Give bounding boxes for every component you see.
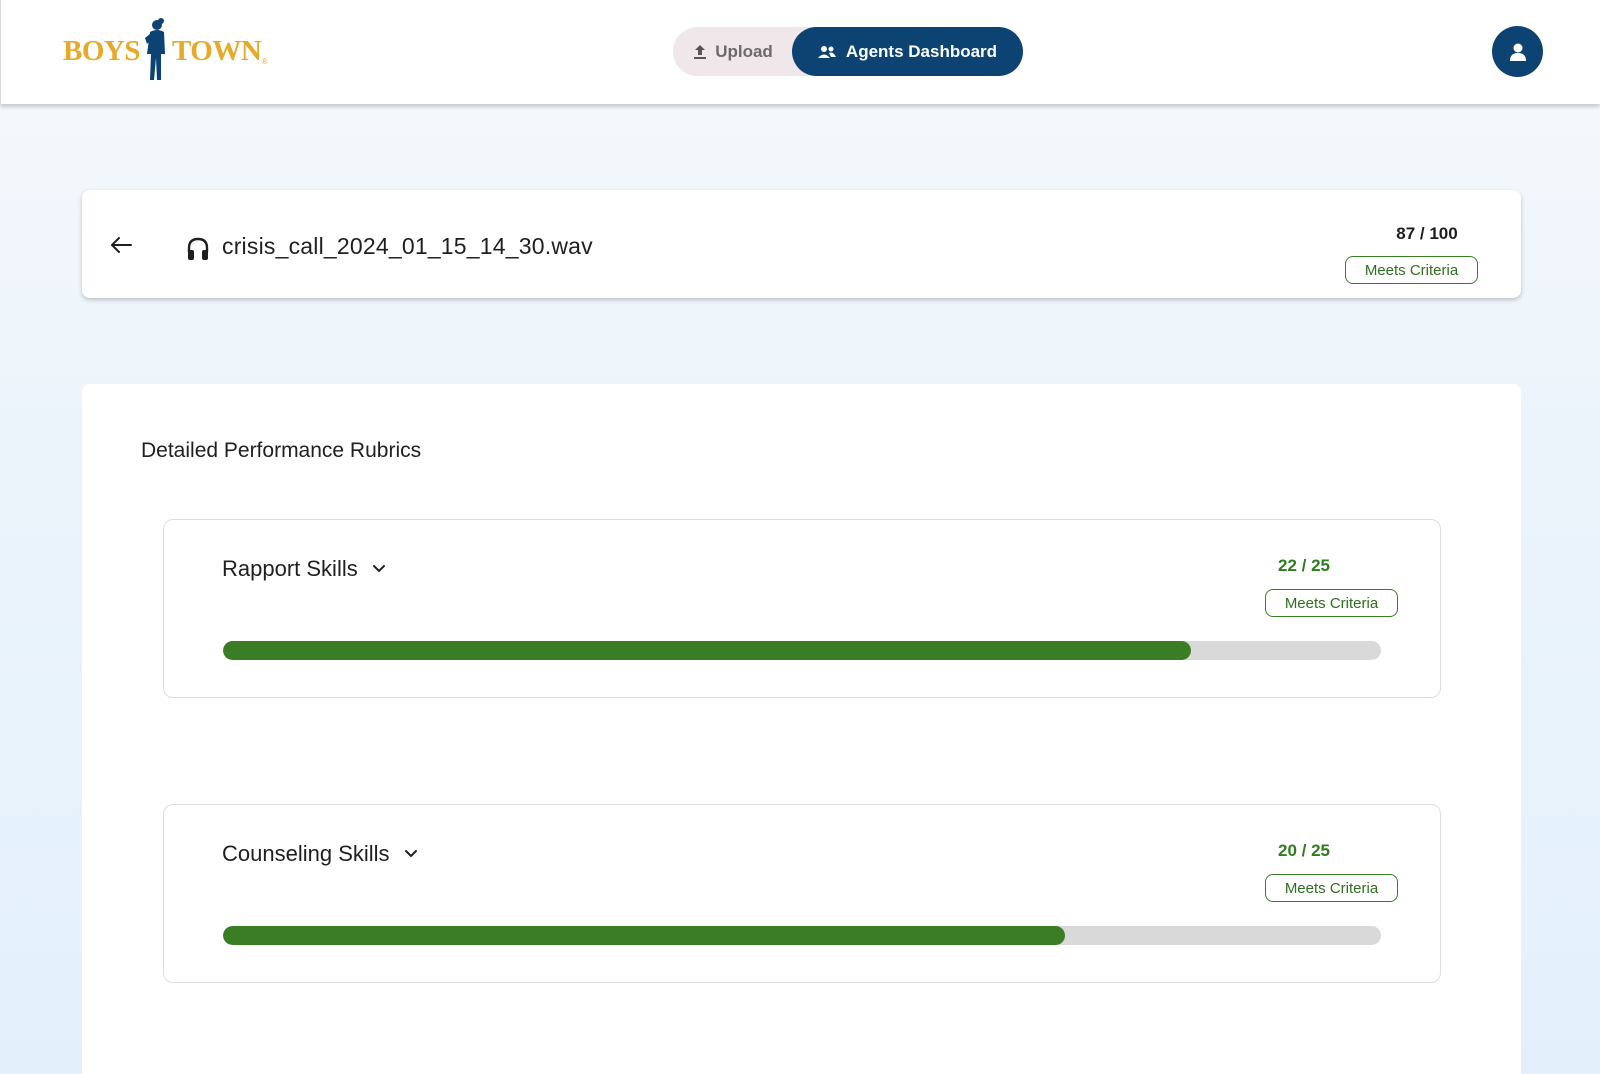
logo-text-left: BOYS xyxy=(63,34,140,67)
call-file-name: crisis_call_2024_01_15_14_30.wav xyxy=(222,233,593,259)
total-status-badge: Meets Criteria xyxy=(1345,256,1478,284)
rubrics-section-title: Detailed Performance Rubrics xyxy=(141,439,422,462)
agents-dashboard-tab[interactable]: Agents Dashboard xyxy=(792,27,1023,76)
people-icon xyxy=(817,45,836,58)
rubric-progress-track xyxy=(223,926,1381,945)
upload-tab[interactable]: Upload xyxy=(673,27,793,76)
rubric-expand-toggle[interactable]: Counseling Skills xyxy=(222,841,418,867)
top-navigation-bar: BOYS TOWN ® Upload Agents Dashboard xyxy=(0,0,1600,104)
rubric-progress-fill xyxy=(223,926,1065,945)
rubric-score: 20 / 25 xyxy=(1278,841,1330,860)
chevron-down-icon xyxy=(372,565,385,573)
headphones-icon xyxy=(187,237,209,260)
user-avatar-button[interactable] xyxy=(1492,26,1543,77)
rubric-card-counseling-skills: Counseling Skills 20 / 25 Meets Criteria xyxy=(163,804,1441,983)
boys-town-logo[interactable]: BOYS TOWN ® xyxy=(63,18,283,84)
logo-text-right: TOWN xyxy=(171,34,262,67)
logo-figure-icon xyxy=(144,18,165,80)
rubrics-panel: Detailed Performance Rubrics Rapport Ski… xyxy=(82,384,1521,1074)
back-button[interactable] xyxy=(106,230,136,260)
user-icon xyxy=(1509,43,1526,61)
rubric-expand-toggle[interactable]: Rapport Skills xyxy=(222,556,386,582)
rubric-progress-track xyxy=(223,641,1381,660)
chevron-down-icon xyxy=(404,850,417,858)
logo-registered-mark: ® xyxy=(261,57,268,66)
rubric-progress-fill xyxy=(223,641,1192,660)
upload-icon xyxy=(694,44,707,59)
upload-tab-label: Upload xyxy=(715,41,773,61)
view-toggle: Upload Agents Dashboard xyxy=(673,27,1023,76)
call-summary-card: crisis_call_2024_01_15_14_30.wav 87 / 10… xyxy=(82,190,1521,298)
rubric-status-badge: Meets Criteria xyxy=(1265,589,1398,617)
rubric-status-badge: Meets Criteria xyxy=(1265,874,1398,902)
total-score: 87 / 100 xyxy=(1396,224,1458,243)
rubric-score: 22 / 25 xyxy=(1278,556,1330,575)
rubric-card-rapport-skills: Rapport Skills 22 / 25 Meets Criteria xyxy=(163,519,1441,698)
arrow-left-icon xyxy=(111,237,132,253)
rubric-name: Rapport Skills xyxy=(222,556,358,581)
rubric-name: Counseling Skills xyxy=(222,841,390,866)
agents-dashboard-tab-label: Agents Dashboard xyxy=(845,41,998,61)
